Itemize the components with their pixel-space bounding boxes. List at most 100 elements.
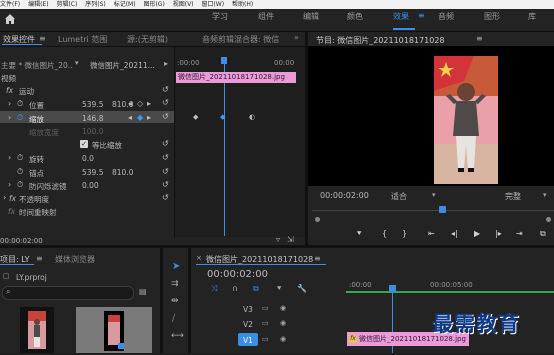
program-video-area[interactable] <box>308 46 554 186</box>
workspace-tab-editing[interactable]: 编辑 <box>303 11 319 22</box>
keyframe-add-icon[interactable]: ◇ <box>137 99 143 108</box>
panel-menu-icon[interactable]: ≡ <box>476 34 483 43</box>
uniform-scale-checkbox[interactable]: ✓ <box>80 140 88 148</box>
tab-menu-icon[interactable]: ≡ <box>39 34 46 43</box>
eye-icon[interactable]: ◉ <box>280 335 286 343</box>
search-input[interactable] <box>2 286 134 300</box>
menu-clip[interactable]: 剪辑(C) <box>56 1 77 8</box>
position-x-value[interactable]: 539.5 <box>82 100 103 109</box>
expand-chevron-icon[interactable]: › <box>3 193 6 202</box>
track-v1-label[interactable]: V1 <box>243 336 253 345</box>
insert-icon[interactable]: ⧉ <box>540 229 546 239</box>
mark-in-icon[interactable]: { <box>382 229 387 238</box>
mark-out-icon[interactable]: } <box>402 229 407 238</box>
menu-view[interactable]: 视图(V) <box>173 1 194 8</box>
slip-tool-icon[interactable]: ⟷ <box>171 331 184 341</box>
stopwatch-icon[interactable]: ⏱ <box>17 167 23 177</box>
chevron-down-icon[interactable]: ▾ <box>543 191 547 199</box>
menu-file[interactable]: 文件(F) <box>0 1 20 8</box>
quality-dropdown[interactable]: 完整 <box>505 191 521 202</box>
time-remap-label[interactable]: 时间重映射 <box>19 207 57 218</box>
export-icon[interactable]: ⇲ <box>287 235 294 244</box>
chevron-down-icon[interactable]: ▾ <box>75 59 79 67</box>
more-tabs-icon[interactable]: » <box>294 33 299 42</box>
stopwatch-active-icon[interactable]: ⏱ <box>17 113 23 123</box>
linked-selection-icon[interactable]: ⧉ <box>253 284 259 294</box>
effect-controls-timecode[interactable]: 00:00:02:00 <box>0 237 43 245</box>
selection-tool-icon[interactable]: ➤ <box>172 261 180 272</box>
new-bin-icon[interactable]: ▤ <box>139 287 147 296</box>
workspace-tab-effects[interactable]: 效果 <box>393 11 409 22</box>
menu-window[interactable]: 窗口(W) <box>201 1 224 8</box>
snap-icon[interactable]: ∩ <box>232 284 238 293</box>
workspace-tab-graphics[interactable]: 图形 <box>484 11 500 22</box>
reset-icon[interactable]: ↺ <box>162 167 169 176</box>
timeline-playhead-handle[interactable] <box>389 285 396 292</box>
tab-source[interactable]: 源:(无剪辑) <box>127 34 168 45</box>
keyframe-active-icon[interactable]: ◆ <box>220 113 225 121</box>
wrench-icon[interactable]: 🔧 <box>297 284 307 293</box>
tab-lumetri-scopes[interactable]: Lumetri 范围 <box>58 34 107 45</box>
workspace-tab-learn[interactable]: 学习 <box>212 11 228 22</box>
home-icon[interactable] <box>4 13 16 25</box>
anchor-x-value[interactable]: 539.5 <box>82 168 103 177</box>
program-timecode[interactable]: 00:00:02:00 <box>320 191 369 200</box>
opacity-label[interactable]: 不透明度 <box>19 194 49 205</box>
tab-menu-icon[interactable]: ≡ <box>314 254 321 263</box>
chevron-down-icon[interactable]: ▾ <box>432 191 436 199</box>
play-icon[interactable]: ▸ <box>164 59 168 68</box>
keyframe-prev-icon[interactable]: ◂ <box>128 99 132 108</box>
flicker-filter-value[interactable]: 0.00 <box>82 181 99 190</box>
anchor-y-value[interactable]: 810.0 <box>112 168 133 177</box>
menu-sequence[interactable]: 序列(S) <box>85 1 106 8</box>
clip-label[interactable]: 微信图片_20211... <box>90 60 154 71</box>
hamburger-icon[interactable]: ≡ <box>418 11 425 20</box>
zoom-handle-right[interactable] <box>546 217 551 222</box>
stopwatch-icon[interactable]: ⏱ <box>17 99 23 109</box>
reset-icon[interactable]: ↺ <box>162 85 169 94</box>
timeline-timecode[interactable]: 00:00:02:00 <box>207 269 268 280</box>
menu-graphics[interactable]: 图形(G) <box>143 1 164 8</box>
add-marker-icon[interactable]: ⯆ <box>276 284 282 294</box>
track-v2-label[interactable]: V2 <box>243 320 253 329</box>
keyframe-half-icon[interactable]: ◐ <box>249 113 255 121</box>
menu-markers[interactable]: 标记(M) <box>114 1 136 8</box>
eye-icon[interactable]: ◉ <box>280 304 286 312</box>
keyframe-next-icon[interactable]: ▸ <box>147 113 151 122</box>
go-to-in-icon[interactable]: ⇤ <box>428 229 435 238</box>
close-icon[interactable]: × <box>196 254 202 262</box>
mini-clip-bar[interactable]: 微信图片_20211018171028.jpg <box>176 72 296 83</box>
workspace-tab-audio[interactable]: 音频 <box>438 11 454 22</box>
filter-icon[interactable]: ▿ <box>276 235 280 244</box>
step-back-icon[interactable]: ◂| <box>451 229 458 238</box>
keyframe-active-icon[interactable]: ◆ <box>137 113 143 122</box>
stopwatch-icon[interactable]: ⏱ <box>17 153 23 163</box>
playhead-handle[interactable] <box>221 57 227 64</box>
expand-chevron-icon[interactable]: › <box>8 180 11 189</box>
program-time-ruler[interactable] <box>312 210 554 221</box>
track-v3-label[interactable]: V3 <box>243 305 253 314</box>
expand-chevron-icon[interactable]: › <box>8 113 11 122</box>
tab-menu-icon[interactable]: ≡ <box>36 254 43 263</box>
reset-icon[interactable]: ↺ <box>162 153 169 162</box>
program-title[interactable]: 节目: 微信图片_20211018171028 <box>316 35 445 46</box>
ripple-edit-tool-icon[interactable]: ⇹ <box>171 296 179 306</box>
reset-icon[interactable]: ↺ <box>162 180 169 189</box>
scale-value[interactable]: 146.8 <box>82 114 103 123</box>
track-select-tool-icon[interactable]: ⇉ <box>171 279 179 289</box>
sequence-thumbnail[interactable] <box>76 307 152 353</box>
workspace-tab-libraries[interactable]: 库 <box>528 11 536 22</box>
keyframe-prev-icon[interactable]: ◂ <box>128 113 132 122</box>
reset-icon[interactable]: ↺ <box>162 193 169 202</box>
sync-lock-icon[interactable]: ▭ <box>262 335 269 343</box>
menu-edit[interactable]: 编辑(E) <box>28 1 48 8</box>
step-forward-icon[interactable]: |▸ <box>495 229 502 238</box>
rotation-value[interactable]: 0.0 <box>82 154 94 163</box>
workspace-tab-color[interactable]: 颜色 <box>347 11 363 22</box>
reset-icon[interactable]: ↺ <box>162 98 169 107</box>
motion-label[interactable]: 运动 <box>19 86 34 97</box>
sync-lock-icon[interactable]: ▭ <box>262 319 269 327</box>
stopwatch-icon[interactable]: ⏱ <box>17 180 23 190</box>
tab-audio-clip-mixer[interactable]: 音频剪辑混合器: 微信 <box>202 34 290 45</box>
keyframe-icon[interactable]: ◆ <box>193 113 198 121</box>
